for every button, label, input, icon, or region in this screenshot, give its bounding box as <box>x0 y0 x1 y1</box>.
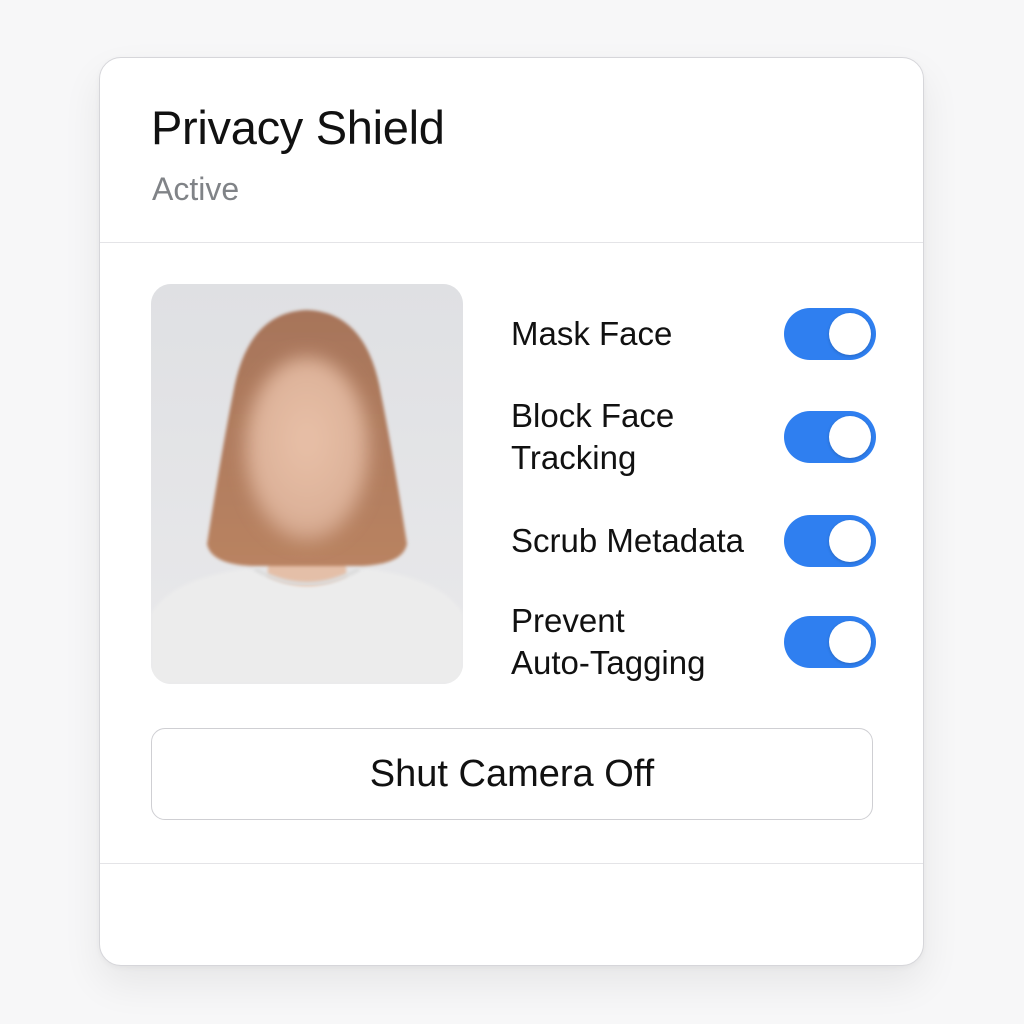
scrub-metadata-toggle[interactable] <box>784 515 876 567</box>
toggle-row-block-face-tracking: Block Face Tracking <box>511 395 876 479</box>
toggle-label-text: Auto-Tagging <box>511 644 706 681</box>
shut-camera-off-button[interactable]: Shut Camera Off <box>151 728 873 820</box>
footer-divider <box>100 863 923 864</box>
header-divider <box>100 242 923 243</box>
toggle-knob <box>829 313 871 355</box>
toggle-label-mask-face: Mask Face <box>511 313 781 355</box>
camera-preview-image <box>151 284 463 684</box>
toggle-row-scrub-metadata: Scrub Metadata <box>511 515 876 567</box>
toggle-row-prevent-auto-tagging: Prevent Auto-Tagging <box>511 600 876 684</box>
toggle-label-text: Scrub Metadata <box>511 522 744 559</box>
toggle-label-scrub-metadata: Scrub Metadata <box>511 520 781 562</box>
block-face-tracking-toggle[interactable] <box>784 411 876 463</box>
prevent-auto-tagging-toggle[interactable] <box>784 616 876 668</box>
toggle-label-block-face-tracking: Block Face Tracking <box>511 395 781 479</box>
toggle-knob <box>829 416 871 458</box>
privacy-shield-panel: Privacy Shield Active Mask Face Block Fa… <box>99 57 924 966</box>
mask-face-toggle[interactable] <box>784 308 876 360</box>
toggle-label-text: Prevent <box>511 602 625 639</box>
toggle-row-mask-face: Mask Face <box>511 308 876 360</box>
blurred-portrait-image <box>151 284 463 684</box>
toggle-label-text: Block Face <box>511 397 675 434</box>
panel-title: Privacy Shield <box>151 101 445 154</box>
status-label: Active <box>152 171 240 207</box>
toggle-knob <box>829 520 871 562</box>
toggle-knob <box>829 621 871 663</box>
toggle-label-text: Mask Face <box>511 315 673 352</box>
toggle-label-text: Tracking <box>511 439 637 476</box>
toggle-label-prevent-auto-tagging: Prevent Auto-Tagging <box>511 600 781 684</box>
